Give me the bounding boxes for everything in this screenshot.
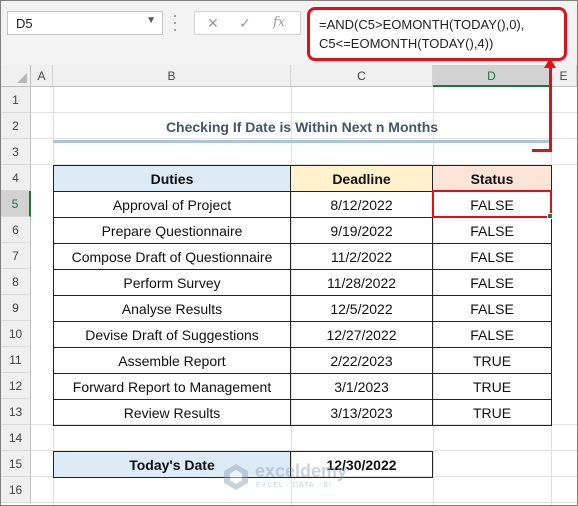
column-header-c[interactable]: C — [291, 65, 433, 87]
formula-bar-area: D5 ▼ ✕ ✓ fx =AND(C5>EOMONTH(TODAY(),0), … — [1, 1, 577, 65]
row-header-4[interactable]: 4 — [1, 165, 31, 191]
column-header-d[interactable]: D — [433, 65, 551, 87]
active-cell-d5[interactable] — [432, 190, 552, 218]
row-header-2[interactable]: 2 — [1, 113, 31, 139]
duty-cell[interactable]: Devise Draft of Suggestions — [53, 321, 291, 348]
duty-cell[interactable]: Analyse Results — [53, 295, 291, 322]
table-row: Compose Draft of Questionnaire 11/2/2022… — [53, 243, 552, 270]
status-cell[interactable]: TRUE — [432, 399, 552, 426]
arrow-up-icon — [544, 58, 556, 68]
status-cell[interactable]: FALSE — [432, 269, 552, 296]
cancel-icon[interactable]: ✕ — [207, 15, 219, 32]
table-header-row: Duties Deadline Status — [53, 165, 552, 192]
row-header-5[interactable]: 5 — [1, 191, 31, 217]
select-all-button[interactable] — [1, 65, 31, 87]
deadline-cell[interactable]: 3/1/2023 — [290, 373, 433, 400]
header-deadline[interactable]: Deadline — [290, 165, 433, 192]
exceldemy-watermark: exceldemy EXCEL · DATA · BI — [219, 461, 359, 495]
fx-icon[interactable]: fx — [273, 15, 285, 30]
table-row: Prepare Questionnaire 9/19/2022 FALSE — [53, 217, 552, 244]
row-header-10[interactable]: 10 — [1, 321, 31, 347]
formula-buttons: ✕ ✓ fx — [194, 11, 301, 35]
row-header-9[interactable]: 9 — [1, 295, 31, 321]
duty-cell[interactable]: Compose Draft of Questionnaire — [53, 243, 291, 270]
status-cell[interactable]: TRUE — [432, 373, 552, 400]
column-header-e[interactable]: E — [551, 65, 577, 87]
table-row: Analyse Results 12/5/2022 FALSE — [53, 295, 552, 322]
title-underline — [53, 140, 551, 143]
table-row: Assemble Report 2/22/2023 TRUE — [53, 347, 552, 374]
watermark-name: exceldemy — [255, 461, 348, 481]
column-header-b[interactable]: B — [53, 65, 291, 87]
column-header-a[interactable]: A — [31, 65, 53, 87]
status-cell[interactable]: TRUE — [432, 347, 552, 374]
table-row: Forward Report to Management 3/1/2023 TR… — [53, 373, 552, 400]
name-box[interactable]: D5 ▼ — [7, 11, 163, 35]
callout-arrow-line — [549, 63, 552, 152]
gridline — [31, 112, 577, 113]
duty-cell[interactable]: Perform Survey — [53, 269, 291, 296]
fill-handle[interactable] — [547, 213, 553, 219]
row-header-11[interactable]: 11 — [1, 347, 31, 373]
sheet-title: Checking If Date is Within Next n Months — [165, 119, 439, 135]
deadline-cell[interactable]: 2/22/2023 — [290, 347, 433, 374]
header-status[interactable]: Status — [432, 165, 552, 192]
deadline-cell[interactable]: 11/28/2022 — [290, 269, 433, 296]
table-row: Devise Draft of Suggestions 12/27/2022 F… — [53, 321, 552, 348]
table-row: Perform Survey 11/28/2022 FALSE — [53, 269, 552, 296]
logo-icon — [224, 464, 248, 490]
duty-cell[interactable]: Prepare Questionnaire — [53, 217, 291, 244]
callout-arrow-line — [532, 149, 552, 152]
status-cell[interactable]: FALSE — [432, 295, 552, 322]
deadline-cell[interactable]: 3/13/2023 — [290, 399, 433, 426]
drag-handle-icon[interactable] — [173, 15, 177, 31]
row-header-1[interactable]: 1 — [1, 87, 31, 113]
row-header-13[interactable]: 13 — [1, 399, 31, 425]
status-cell[interactable]: FALSE — [432, 321, 552, 348]
row-header-6[interactable]: 6 — [1, 217, 31, 243]
deadline-cell[interactable]: 12/27/2022 — [290, 321, 433, 348]
duty-cell[interactable]: Assemble Report — [53, 347, 291, 374]
duty-cell[interactable]: Forward Report to Management — [53, 373, 291, 400]
row-header-14[interactable]: 14 — [1, 425, 31, 451]
deadline-cell[interactable]: 9/19/2022 — [290, 217, 433, 244]
worksheet-grid[interactable]: A B C D E 1 2 3 4 5 6 7 8 9 10 11 12 13 … — [1, 65, 577, 505]
row-header-3[interactable]: 3 — [1, 139, 31, 165]
enter-icon[interactable]: ✓ — [239, 15, 251, 32]
deadline-cell[interactable]: 8/12/2022 — [290, 191, 433, 218]
row-header-8[interactable]: 8 — [1, 269, 31, 295]
name-box-value: D5 — [16, 16, 33, 31]
status-cell[interactable]: FALSE — [432, 243, 552, 270]
chevron-down-icon[interactable]: ▼ — [146, 15, 156, 26]
row-header-7[interactable]: 7 — [1, 243, 31, 269]
gridline — [31, 502, 577, 503]
table-row: Review Results 3/13/2023 TRUE — [53, 399, 552, 426]
row-header-12[interactable]: 12 — [1, 373, 31, 399]
duty-cell[interactable]: Review Results — [53, 399, 291, 426]
deadline-cell[interactable]: 12/5/2022 — [290, 295, 433, 322]
deadline-cell[interactable]: 11/2/2022 — [290, 243, 433, 270]
duty-cell[interactable]: Approval of Project — [53, 191, 291, 218]
formula-input[interactable]: =AND(C5>EOMONTH(TODAY(),0), C5<=EOMONTH(… — [307, 7, 567, 61]
watermark-tagline: EXCEL · DATA · BI — [256, 482, 332, 489]
row-header-16[interactable]: 16 — [1, 477, 31, 503]
status-cell[interactable]: FALSE — [432, 217, 552, 244]
header-duties[interactable]: Duties — [53, 165, 291, 192]
row-header-15[interactable]: 15 — [1, 451, 31, 477]
spreadsheet-window: D5 ▼ ✕ ✓ fx =AND(C5>EOMONTH(TODAY(),0), … — [0, 0, 578, 506]
